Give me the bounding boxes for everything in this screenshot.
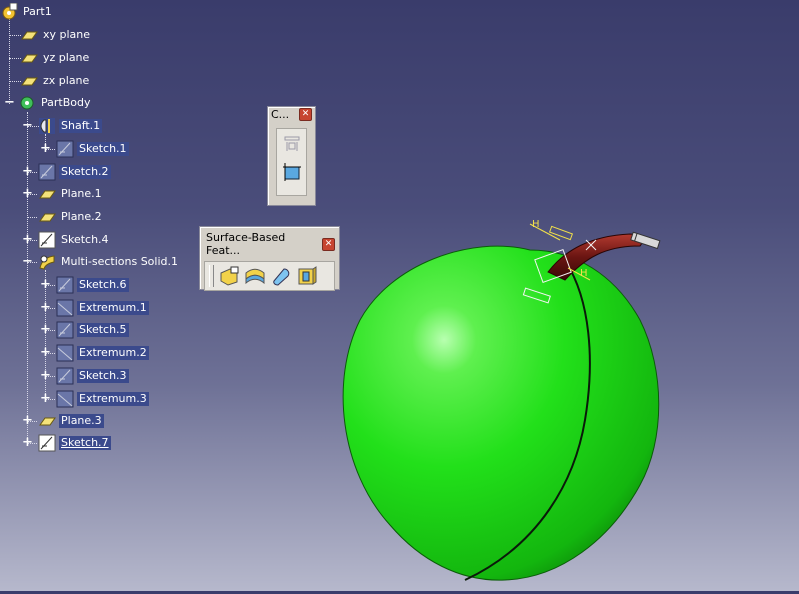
plane-icon: [21, 31, 38, 40]
toolbar-titlebar[interactable]: Surface-Based Feat... ✕: [200, 227, 339, 259]
tree-label: yz plane: [43, 51, 90, 64]
tree-label: Sketch.2: [59, 165, 111, 179]
plane-icon: [39, 190, 56, 199]
tree-label: Plane.3: [59, 414, 104, 428]
expand-icon[interactable]: +: [40, 142, 51, 155]
tree-node-sketch2[interactable]: Sketch.2: [38, 162, 111, 182]
constraint-icon[interactable]: [281, 161, 303, 183]
tree-label: Shaft.1: [59, 119, 103, 133]
expand-icon[interactable]: +: [40, 392, 51, 405]
expand-icon[interactable]: +: [22, 233, 33, 246]
tree-label: Extremum.1: [77, 301, 149, 315]
extremum-icon: [56, 390, 74, 408]
tree-node-extremum1[interactable]: Extremum.1: [56, 298, 149, 318]
shaft-icon: [39, 118, 55, 134]
close-icon[interactable]: ✕: [322, 237, 335, 251]
expand-icon[interactable]: +: [22, 165, 33, 178]
expand-icon[interactable]: +: [40, 278, 51, 291]
expand-icon[interactable]: +: [40, 301, 51, 314]
tree-node-sketch7[interactable]: Sketch.7: [38, 433, 111, 453]
expand-icon[interactable]: +: [22, 414, 33, 427]
sew-surface-icon[interactable]: [296, 265, 318, 287]
tree-label: Extremum.2: [77, 346, 149, 360]
tree-label: Sketch.5: [77, 323, 129, 337]
tree-label: zx plane: [43, 74, 90, 87]
tree-label: Multi-sections Solid.1: [61, 255, 179, 268]
tree-label: Plane.1: [61, 187, 102, 200]
tree-node-yz-plane[interactable]: yz plane: [20, 48, 91, 68]
toolbar-title: Surface-Based Feat...: [206, 231, 286, 257]
expand-icon[interactable]: +: [40, 346, 51, 359]
sketch-icon: [56, 276, 74, 294]
tree-node-shaft[interactable]: Shaft.1: [38, 116, 103, 136]
tree-node-plane3[interactable]: Plane.3: [38, 411, 104, 431]
close-surface-icon[interactable]: [270, 265, 292, 287]
expand-icon[interactable]: +: [22, 436, 33, 449]
tree-node-plane2[interactable]: Plane.2: [38, 207, 104, 227]
thick-surface-icon[interactable]: [244, 265, 266, 287]
plane-icon: [39, 417, 56, 426]
tree-node-sketch6[interactable]: Sketch.6: [56, 275, 129, 295]
tree-node-multi-sections-solid[interactable]: Multi-sections Solid.1: [38, 252, 180, 272]
tree-label: Sketch.3: [77, 369, 129, 383]
toolbar-titlebar[interactable]: C... ✕: [268, 107, 315, 122]
toolbar-buttons: [204, 261, 335, 291]
extremum-icon: [56, 299, 74, 317]
tree-node-zx-plane[interactable]: zx plane: [20, 71, 91, 91]
tree-label: Sketch.4: [61, 233, 109, 246]
tree-node-sketch5[interactable]: Sketch.5: [56, 320, 129, 340]
sketch-icon: [56, 140, 74, 158]
extremum-icon: [56, 344, 74, 362]
tree-label: Sketch.1: [77, 142, 129, 156]
svg-text:H: H: [532, 219, 540, 230]
tree-node-sketch1[interactable]: Sketch.1: [56, 139, 129, 159]
part-gear-icon: [2, 3, 18, 20]
multi-sections-solid-icon: [39, 255, 55, 270]
tree-label: Plane.2: [61, 210, 102, 223]
surface-based-features-toolbar[interactable]: Surface-Based Feat... ✕: [199, 226, 340, 291]
tree-node-extremum3[interactable]: Extremum.3: [56, 389, 149, 409]
tree-label: PartBody: [41, 96, 91, 109]
plane-icon: [21, 54, 38, 63]
sketch-icon: [38, 231, 56, 249]
tree-label: xy plane: [43, 28, 91, 41]
toolbar-grip[interactable]: [209, 265, 214, 287]
tree-node-xy-plane[interactable]: xy plane: [20, 25, 92, 45]
collapse-icon[interactable]: −: [22, 255, 33, 268]
tree-node-sketch4[interactable]: Sketch.4: [38, 230, 111, 250]
toolbar-buttons: [276, 128, 307, 196]
collapse-icon[interactable]: −: [4, 96, 15, 109]
sketch-icon: [38, 163, 56, 181]
tree-label: Sketch.7: [59, 436, 111, 450]
tree-node-partbody[interactable]: PartBody: [18, 93, 92, 113]
apple-body: [342, 245, 660, 581]
tree-label: Part1: [23, 5, 52, 18]
tree-node-sketch3[interactable]: Sketch.3: [56, 366, 129, 386]
sketch-icon: [56, 367, 74, 385]
sketch-icon: [56, 321, 74, 339]
tree-node-part1[interactable]: Part1: [0, 2, 54, 22]
constraints-toolbar[interactable]: C... ✕: [267, 106, 316, 206]
body-gear-icon: [20, 96, 34, 110]
expand-icon[interactable]: +: [40, 369, 51, 382]
expand-icon[interactable]: +: [22, 187, 33, 200]
svg-text:H: H: [580, 268, 588, 279]
plane-icon: [21, 77, 38, 86]
toolbar-title: C...: [271, 108, 290, 121]
tree-label: Extremum.3: [77, 392, 149, 406]
plane-icon: [39, 213, 56, 222]
split-icon[interactable]: [218, 265, 240, 287]
tree-node-extremum2[interactable]: Extremum.2: [56, 343, 149, 363]
constraint-dialog-icon[interactable]: [281, 133, 303, 155]
expand-icon[interactable]: +: [40, 323, 51, 336]
sketch-icon: [38, 434, 56, 452]
close-icon[interactable]: ✕: [299, 108, 312, 121]
collapse-icon[interactable]: −: [22, 119, 33, 132]
tree-label: Sketch.6: [77, 278, 129, 292]
tree-node-plane1[interactable]: Plane.1: [38, 184, 104, 204]
